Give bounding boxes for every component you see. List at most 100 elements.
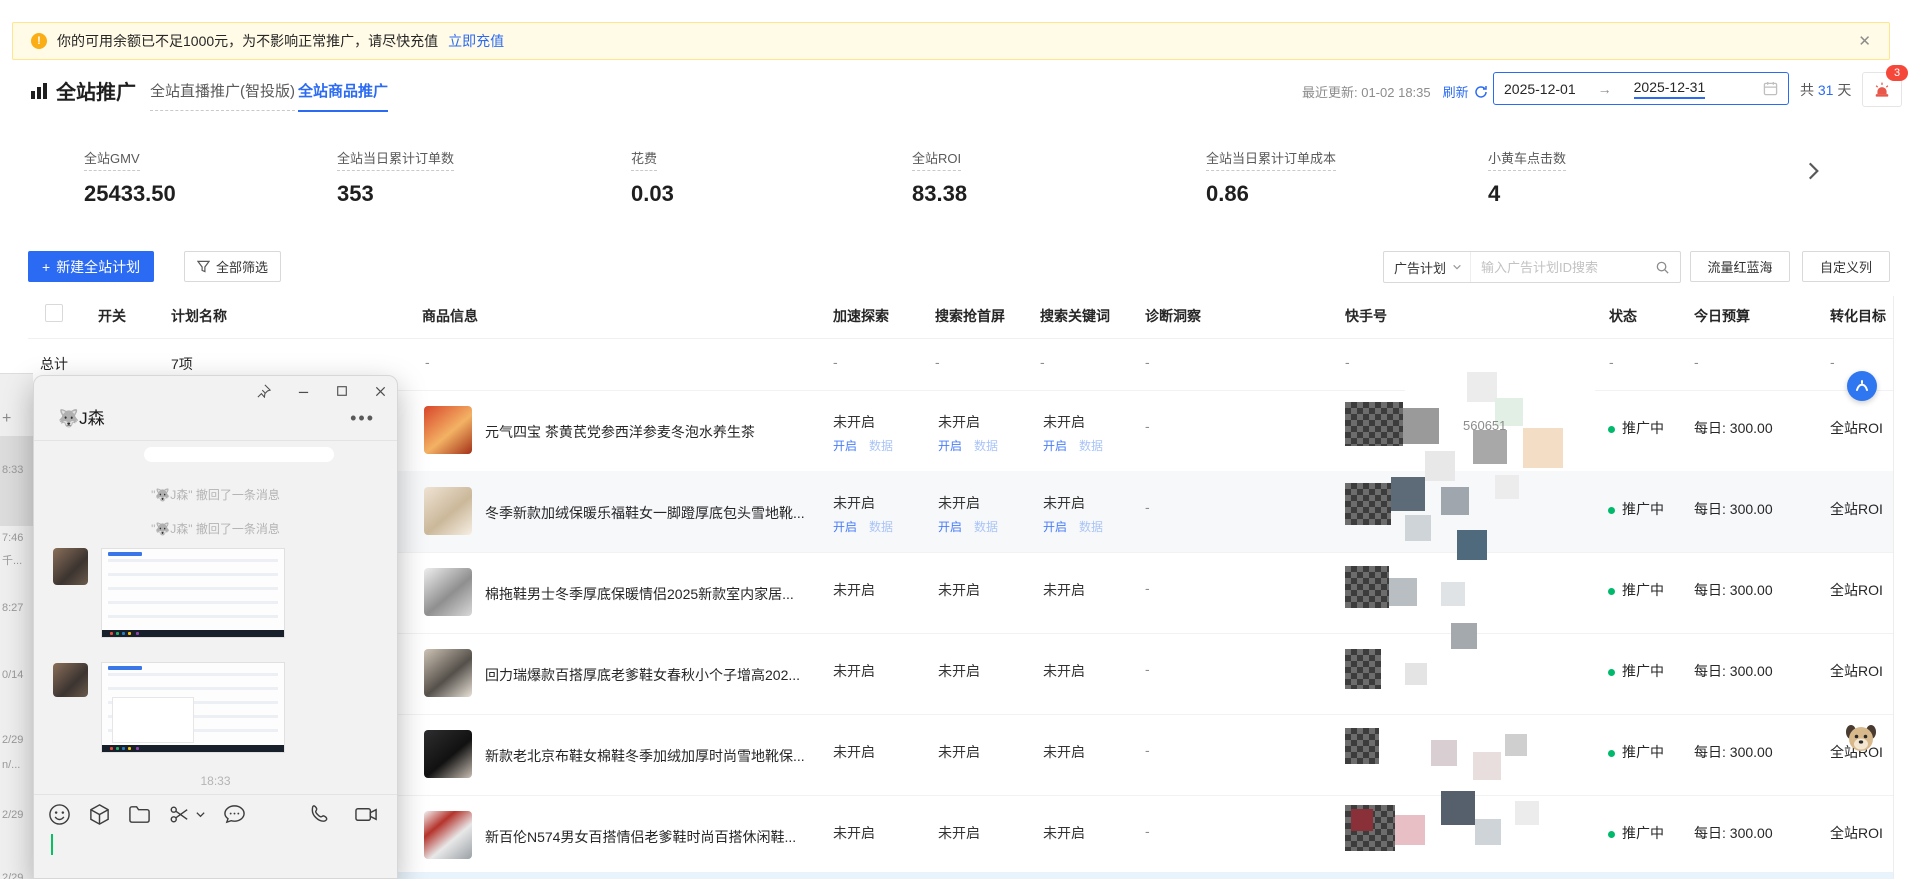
banner-close-icon[interactable]: ✕ xyxy=(1858,32,1871,50)
plan-type-dropdown[interactable]: 广告计划 xyxy=(1384,252,1471,282)
status-text: 推广中 xyxy=(1622,501,1664,517)
col-product-info: 商品信息 xyxy=(422,306,478,326)
search-keyword-status: 未开启 xyxy=(1043,825,1085,841)
stat-gmv: 全站GMV 25433.50 xyxy=(84,148,176,207)
floating-assistant-button[interactable] xyxy=(1847,371,1877,401)
search-screen-status: 未开启 xyxy=(938,414,980,430)
custom-columns-label: 自定义列 xyxy=(1820,257,1872,276)
enable-link[interactable]: 开启 xyxy=(1043,518,1067,535)
status-dot xyxy=(1608,750,1615,757)
budget-cell[interactable]: 每日: 300.00 xyxy=(1694,499,1773,519)
budget-cell[interactable]: 每日: 300.00 xyxy=(1694,742,1773,762)
chatlist-time: 千... xyxy=(2,552,22,568)
search-icon[interactable] xyxy=(1655,260,1670,275)
budget-cell[interactable]: 每日: 300.00 xyxy=(1694,661,1773,681)
alarm-button[interactable]: 3 xyxy=(1862,72,1902,107)
chevron-down-icon xyxy=(1452,262,1462,272)
alarm-siren-icon xyxy=(1872,80,1892,100)
summary-dash: - xyxy=(1040,354,1045,370)
status-dot xyxy=(1608,831,1615,838)
data-link[interactable]: 数据 xyxy=(1079,518,1103,535)
search-keyword-status: 未开启 xyxy=(1043,582,1085,598)
data-link[interactable]: 数据 xyxy=(974,437,998,454)
plan-search-input[interactable] xyxy=(1471,260,1655,275)
plus-icon: + xyxy=(42,259,50,275)
enable-link[interactable]: 开启 xyxy=(833,437,857,454)
warning-icon: ! xyxy=(31,33,47,49)
new-plan-button[interactable]: + 新建全站计划 xyxy=(28,251,154,282)
stat-label: 全站当日累计订单成本 xyxy=(1206,148,1336,171)
search-keyword-status: 未开启 xyxy=(1043,663,1085,679)
refresh-button[interactable]: 刷新 xyxy=(1443,82,1469,101)
tab-live-promotion[interactable]: 全站直播推广(智投版) xyxy=(150,80,295,111)
recall-notice: "🐺J森" 撤回了一条消息 xyxy=(34,486,397,503)
balance-warning-banner: ! 你的可用余额已不足1000元，为不影响正常推广，请尽快充值 立即充值 ✕ xyxy=(12,22,1890,60)
select-all-checkbox[interactable] xyxy=(45,304,63,322)
chatlist-selected-item[interactable] xyxy=(0,436,33,526)
custom-columns-button[interactable]: 自定义列 xyxy=(1802,251,1890,282)
chatlist-time: 8:27 xyxy=(2,602,23,614)
diagnosis-dash: - xyxy=(1145,580,1150,596)
tab-product-promotion[interactable]: 全站商品推广 xyxy=(298,80,388,112)
pin-icon[interactable] xyxy=(257,384,271,398)
red-blue-sea-label: 流量红蓝海 xyxy=(1707,257,1772,276)
date-start[interactable]: 2025-12-01 xyxy=(1504,81,1576,97)
message-timestamp: 18:33 xyxy=(34,774,397,788)
chat-input-area[interactable] xyxy=(34,821,397,879)
enable-link[interactable]: 开启 xyxy=(1043,437,1067,454)
status-cell: 推广中 xyxy=(1608,418,1664,438)
days-total: 共 31 天 xyxy=(1800,80,1851,100)
budget-cell[interactable]: 每日: 300.00 xyxy=(1694,580,1773,600)
data-link[interactable]: 数据 xyxy=(974,518,998,535)
screenshot-message[interactable] xyxy=(101,548,285,638)
minimize-icon[interactable] xyxy=(297,385,310,398)
close-icon[interactable] xyxy=(374,385,387,398)
traffic-red-blue-sea-button[interactable]: 流量红蓝海 xyxy=(1690,251,1790,282)
plus-icon[interactable]: + xyxy=(2,410,11,428)
data-link[interactable]: 数据 xyxy=(869,518,893,535)
goal-cell: 全站ROI xyxy=(1830,418,1883,438)
summary-count: 7项 xyxy=(171,354,193,374)
summary-dash: - xyxy=(935,354,940,370)
data-link[interactable]: 数据 xyxy=(869,437,893,454)
data-link[interactable]: 数据 xyxy=(1079,437,1103,454)
budget-cell[interactable]: 每日: 300.00 xyxy=(1694,418,1773,438)
stats-next-chevron-icon[interactable] xyxy=(1800,158,1826,184)
avatar[interactable] xyxy=(53,663,88,697)
chat-toolbar-divider xyxy=(34,794,397,795)
enable-link[interactable]: 开启 xyxy=(938,518,962,535)
calendar-icon xyxy=(1763,81,1778,96)
goal-cell: 全站ROI xyxy=(1830,661,1883,681)
status-text: 推广中 xyxy=(1622,663,1664,679)
status-cell: 推广中 xyxy=(1608,661,1664,681)
col-plan-name: 计划名称 xyxy=(171,306,227,326)
chatlist-time: 2/29 xyxy=(2,872,23,879)
stat-value: 0.86 xyxy=(1206,181,1336,207)
accelerate-status: 未开启 xyxy=(833,744,875,760)
enable-link[interactable]: 开启 xyxy=(833,518,857,535)
recharge-link[interactable]: 立即充值 xyxy=(448,31,504,51)
kuaishou-ads-screen: ! 你的可用余额已不足1000元，为不影响正常推广，请尽快充值 立即充值 ✕ 全… xyxy=(0,0,1920,879)
date-end[interactable]: 2025-12-31 xyxy=(1634,79,1706,99)
enable-link[interactable]: 开启 xyxy=(938,437,962,454)
search-screen-status: 未开启 xyxy=(938,744,980,760)
stat-order-cost: 全站当日累计订单成本 0.86 xyxy=(1206,148,1336,207)
refresh-icon[interactable] xyxy=(1474,85,1488,99)
stat-label: 全站ROI xyxy=(912,148,961,171)
budget-cell[interactable]: 每日: 300.00 xyxy=(1694,823,1773,843)
product-title: 棉拖鞋男士冬季厚底保暖情侣2025新款室内家居... xyxy=(485,584,835,604)
search-screen-status: 未开启 xyxy=(938,663,980,679)
maximize-icon[interactable] xyxy=(336,385,348,397)
summary-label: 总计 xyxy=(40,354,68,374)
chatlist-time: 8:33 xyxy=(2,464,23,476)
screenshot-message[interactable] xyxy=(101,662,285,753)
chat-more-icon[interactable]: ••• xyxy=(350,408,375,429)
avatar[interactable] xyxy=(53,548,88,585)
col-accelerate: 加速探索 xyxy=(833,306,889,326)
col-status: 状态 xyxy=(1609,306,1637,326)
filter-button[interactable]: 全部筛选 xyxy=(184,251,281,282)
date-range-picker[interactable]: 2025-12-01 → 2025-12-31 xyxy=(1493,72,1789,105)
floating-pet-widget[interactable] xyxy=(1843,720,1879,756)
status-text: 推广中 xyxy=(1622,825,1664,841)
search-keyword-status: 未开启 xyxy=(1043,744,1085,760)
